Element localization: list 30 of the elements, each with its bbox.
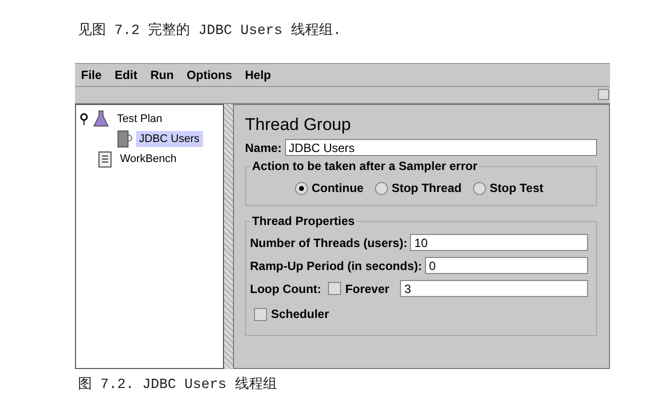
- threads-label: Number of Threads (users):: [250, 236, 408, 250]
- rampup-field[interactable]: 0: [425, 257, 588, 274]
- caption-text: 见图 7.2 完整的 JDBC Users 线程组.: [78, 21, 342, 41]
- rampup-label: Ramp-Up Period (in seconds):: [250, 258, 422, 272]
- menu-item[interactable]: Help: [244, 68, 272, 82]
- radio-option[interactable]: Continue: [294, 181, 364, 195]
- name-label: Name:: [244, 140, 282, 154]
- radio-option[interactable]: Stop Test: [472, 181, 544, 195]
- toolbar-button[interactable]: [598, 89, 609, 100]
- menu-item[interactable]: File: [80, 68, 103, 82]
- menu-item[interactable]: Options: [186, 68, 233, 82]
- tree-item[interactable]: JDBC Users: [136, 131, 203, 147]
- loop-count-label: Loop Count:: [250, 282, 322, 296]
- loop-count-field[interactable]: 3: [400, 280, 588, 297]
- scheduler-checkbox[interactable]: Scheduler: [254, 307, 330, 321]
- panel-title: Thread Group: [244, 115, 352, 135]
- caption-text: 图 7.2. JDBC Users 线程组: [78, 376, 278, 393]
- tree-item[interactable]: Test Plan: [114, 111, 166, 127]
- group-legend: Thread Properties: [250, 214, 357, 228]
- threads-field[interactable]: 10: [410, 234, 588, 251]
- menu-item[interactable]: Run: [149, 68, 175, 82]
- radio-option[interactable]: Stop Thread: [374, 181, 462, 195]
- forever-checkbox[interactable]: Forever: [328, 282, 390, 296]
- menu-item[interactable]: Edit: [114, 68, 138, 82]
- expand-handle-icon[interactable]: [80, 113, 88, 125]
- group-legend: Action to be taken after a Sampler error: [250, 159, 480, 173]
- name-field[interactable]: JDBC Users: [284, 139, 597, 156]
- clipboard-icon: [98, 150, 112, 168]
- tree-item[interactable]: WorkBench: [117, 151, 180, 167]
- flask-icon: [93, 110, 109, 128]
